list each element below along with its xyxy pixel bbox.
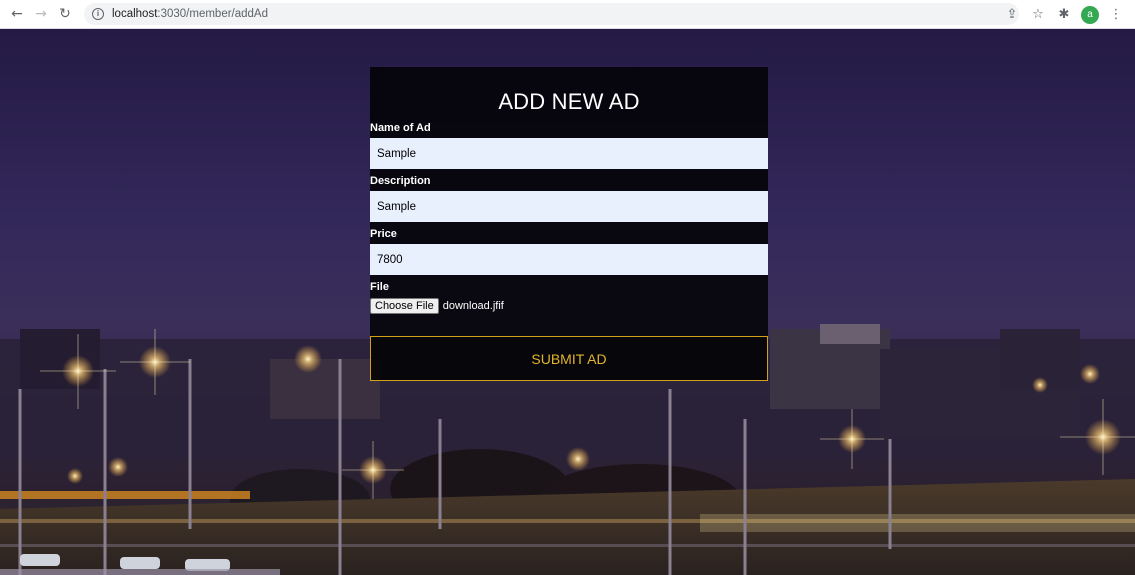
site-info-icon[interactable]: i — [92, 8, 104, 20]
url-path: /member/addAd — [186, 8, 268, 20]
back-arrow-icon[interactable]: ← — [6, 3, 28, 25]
url-host: localhost — [112, 8, 158, 20]
url-text: localhost:3030/member/addAd — [112, 8, 268, 20]
toolbar-actions: ⇪ ☆ ✱ a ⋮ — [1001, 0, 1127, 29]
add-ad-form: ADD NEW AD Name of Ad Description Price … — [370, 67, 768, 381]
file-label: File — [370, 281, 389, 293]
price-input[interactable] — [370, 244, 768, 275]
bookmark-star-icon[interactable]: ☆ — [1027, 4, 1049, 26]
description-label: Description — [370, 175, 431, 187]
forward-arrow-icon[interactable]: → — [30, 3, 52, 25]
selected-file-name: download.jfif — [442, 300, 504, 312]
choose-file-button[interactable]: Choose File — [370, 298, 439, 314]
profile-avatar[interactable]: a — [1081, 5, 1099, 24]
price-label: Price — [370, 228, 397, 240]
description-input[interactable] — [370, 191, 768, 222]
submit-ad-button[interactable]: SUBMIT AD — [370, 336, 768, 381]
browser-toolbar: ← → ↻ i localhost:3030/member/addAd ⇪ ☆ … — [0, 0, 1135, 29]
ad-name-input[interactable] — [370, 138, 768, 169]
share-icon[interactable]: ⇪ — [1001, 4, 1023, 26]
address-bar[interactable]: i localhost:3030/member/addAd — [84, 3, 1019, 25]
form-title: ADD NEW AD — [498, 89, 640, 114]
extensions-puzzle-icon[interactable]: ✱ — [1053, 4, 1075, 26]
menu-kebab-icon[interactable]: ⋮ — [1105, 4, 1127, 26]
url-port: :3030 — [157, 8, 187, 20]
file-input: Choose File download.jfif — [370, 298, 504, 314]
name-label: Name of Ad — [370, 122, 431, 134]
reload-icon[interactable]: ↻ — [54, 3, 76, 25]
